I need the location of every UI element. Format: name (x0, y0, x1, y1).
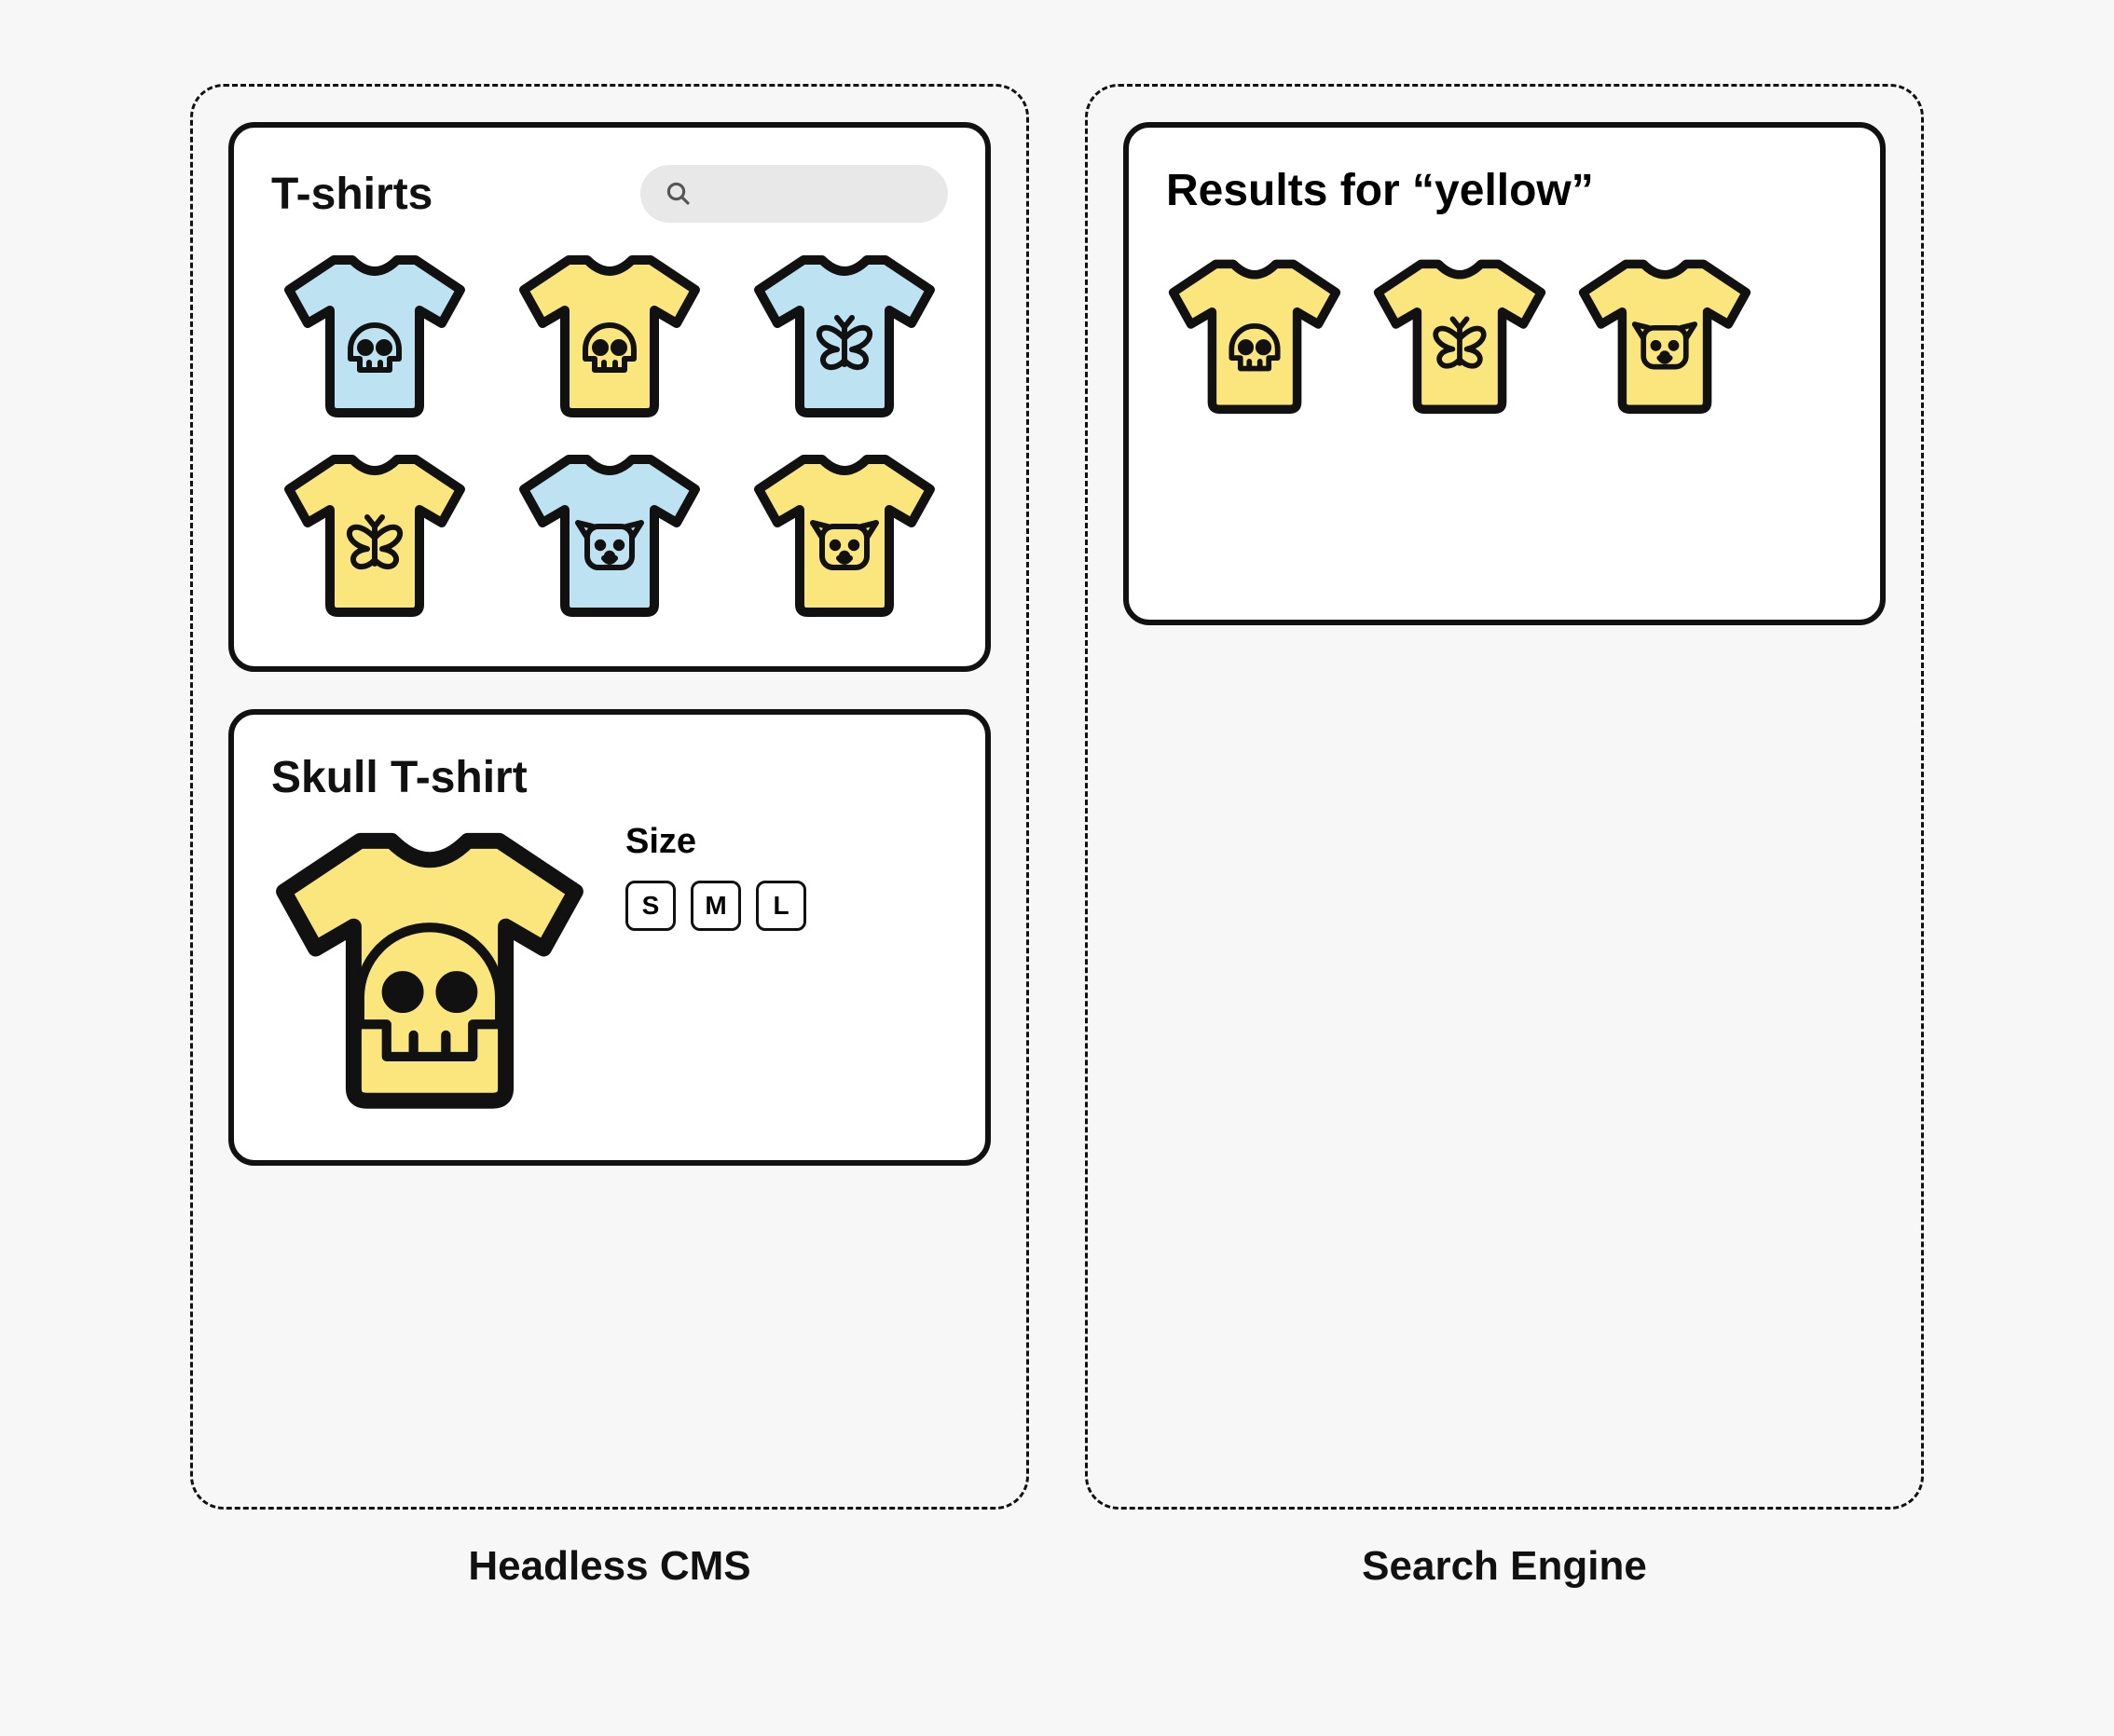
size-chip-m[interactable]: M (691, 881, 741, 931)
size-chips: SML (625, 881, 948, 931)
tshirt-item[interactable] (516, 448, 703, 620)
search-label: Search Engine (1362, 1543, 1647, 1590)
search-panel: Results for “yellow” (1085, 84, 1924, 1510)
detail-shirt (271, 822, 588, 1114)
catalog-title: T-shirts (271, 169, 432, 220)
tshirt-item[interactable] (516, 249, 703, 420)
size-label: Size (625, 822, 948, 862)
catalog-grid (271, 249, 948, 620)
tshirt-item[interactable] (751, 448, 938, 620)
detail-card: Skull T-shirt Size SML (228, 709, 991, 1166)
catalog-card: T-shirts (228, 122, 991, 672)
tshirt-result[interactable] (1166, 253, 1343, 417)
search-column: Results for “yellow” (1085, 84, 1924, 1590)
cms-column: T-shirts (190, 84, 1029, 1590)
size-chip-s[interactable]: S (625, 881, 676, 931)
tshirt-item[interactable] (751, 249, 938, 420)
tshirt-result[interactable] (1576, 253, 1753, 417)
detail-title: Skull T-shirt (271, 752, 948, 803)
search-icon (665, 180, 693, 208)
size-area: Size SML (625, 822, 948, 931)
cms-label: Headless CMS (468, 1543, 750, 1590)
results-card: Results for “yellow” (1123, 122, 1886, 625)
tshirt-result[interactable] (1371, 253, 1548, 417)
diagram-canvas: T-shirts (37, 37, 2077, 1627)
tshirt-item[interactable] (281, 448, 468, 620)
tshirt-item[interactable] (281, 249, 468, 420)
search-input[interactable] (640, 165, 948, 223)
catalog-header: T-shirts (271, 165, 948, 223)
size-chip-l[interactable]: L (756, 881, 806, 931)
results-title: Results for “yellow” (1166, 165, 1843, 216)
cms-panel: T-shirts (190, 84, 1029, 1510)
results-row (1166, 253, 1843, 417)
